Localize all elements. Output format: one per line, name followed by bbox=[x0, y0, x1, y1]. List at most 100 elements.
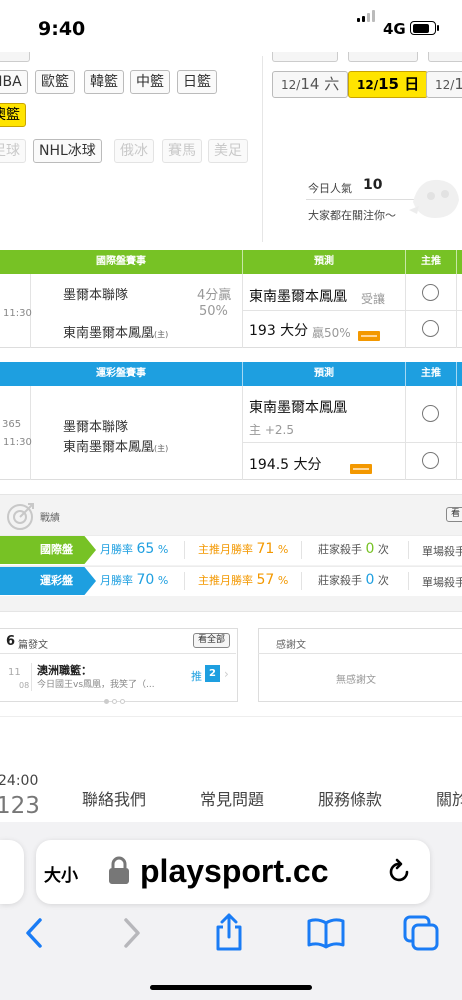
footer-link-faq[interactable]: 常見問題 bbox=[200, 786, 264, 810]
date-month: 12/ bbox=[357, 78, 379, 92]
date-tab-1215[interactable]: 12/15 日 bbox=[348, 71, 429, 98]
col-main: 主推 bbox=[405, 250, 456, 274]
league-tag-nba[interactable]: NBA bbox=[0, 70, 28, 94]
share-icon[interactable] bbox=[213, 912, 245, 952]
col-line bbox=[242, 386, 243, 480]
popularity-value: 10 bbox=[363, 177, 383, 193]
pick-team: 東南墨爾本鳳凰 bbox=[249, 289, 347, 305]
col-line bbox=[405, 386, 406, 480]
scrolled-tag-edge bbox=[0, 52, 30, 62]
footer-link-terms[interactable]: 服務條款 bbox=[318, 786, 382, 810]
handicap: 4分贏 bbox=[197, 288, 232, 303]
footer-link-contact[interactable]: 聯絡我們 bbox=[82, 786, 146, 810]
date-tab-1216[interactable]: 12/16 bbox=[426, 71, 462, 98]
date-day: 16 bbox=[454, 75, 462, 93]
divider bbox=[301, 572, 302, 590]
main-rate: 主推月勝率 71 % bbox=[198, 541, 288, 557]
col-more bbox=[456, 362, 462, 386]
main-rate-value: 71 bbox=[256, 541, 275, 557]
scrolled-date-edge bbox=[348, 52, 418, 62]
killer-label: 莊家殺手 bbox=[318, 574, 362, 587]
league-tag-nhl[interactable]: NHL冰球 bbox=[33, 139, 102, 163]
posts-label: 篇發文 bbox=[18, 640, 48, 651]
push-count: 2 bbox=[205, 665, 220, 682]
mascot-icon bbox=[409, 179, 459, 218]
back-icon[interactable] bbox=[23, 916, 45, 950]
league-tag-china-basketball[interactable]: 中籃 bbox=[130, 70, 170, 94]
away-team: 墨爾本聯隊 bbox=[63, 420, 129, 435]
main-pick-radio[interactable] bbox=[422, 452, 439, 469]
col-game: 國際盤賽事 bbox=[96, 256, 146, 267]
pick-total-pct: 贏50% bbox=[312, 326, 351, 340]
league-tag-japan-basketball[interactable]: 日籃 bbox=[177, 70, 217, 94]
post-month: 08 bbox=[19, 681, 30, 690]
home-team: 東南墨爾本鳳凰(主) bbox=[63, 436, 168, 455]
main-pick-radio[interactable] bbox=[422, 320, 439, 337]
network-type: 4G bbox=[383, 20, 406, 38]
home-indicator bbox=[150, 985, 312, 990]
posts-count: 6 bbox=[6, 634, 16, 649]
date-tab-1214[interactable]: 12/14 六 bbox=[272, 71, 349, 98]
date-weekday: 日 bbox=[404, 75, 420, 93]
scrolled-date-edge bbox=[272, 52, 338, 62]
previous-tab-peek[interactable] bbox=[0, 840, 24, 904]
thanks-empty: 無感謝文 bbox=[336, 675, 376, 686]
record-view-button[interactable]: 看 bbox=[446, 507, 462, 522]
target-icon bbox=[7, 503, 34, 530]
pick-total: 193 大分 bbox=[249, 323, 309, 339]
col-line bbox=[456, 386, 457, 480]
killer-value: 0 bbox=[365, 572, 375, 588]
chevron-right-icon[interactable]: › bbox=[224, 667, 229, 681]
divider bbox=[301, 541, 302, 559]
pick-spread: 主 +2.5 bbox=[249, 423, 294, 437]
league-tag-american-football: 美足 bbox=[208, 139, 248, 163]
text-size-button[interactable]: 大小 bbox=[44, 861, 78, 886]
divider bbox=[258, 653, 462, 654]
killer-count: 莊家殺手 0 次 bbox=[318, 572, 389, 588]
bookmarks-icon[interactable] bbox=[305, 917, 347, 949]
divider bbox=[31, 663, 32, 691]
pct-sign: % bbox=[277, 574, 289, 587]
footer-time: 24:00 bbox=[0, 773, 39, 789]
col-line bbox=[456, 274, 457, 348]
intl-table-header: 國際盤賽事 預測 主推 bbox=[0, 250, 462, 274]
post-preview[interactable]: 今日國王vs鳳凰，我笑了（... bbox=[37, 677, 155, 690]
divider bbox=[408, 572, 409, 590]
battery-cap bbox=[437, 25, 439, 31]
killer-value: 0 bbox=[365, 541, 375, 557]
col-game: 運彩盤賽事 bbox=[96, 368, 146, 379]
reload-icon[interactable] bbox=[388, 858, 412, 884]
pct-sign: % bbox=[277, 543, 289, 556]
month-rate: 月勝率 70 % bbox=[100, 572, 168, 588]
league-tag-horse-racing: 賽馬 bbox=[162, 139, 202, 163]
league-tag-australia-basketball[interactable]: 澳籃 bbox=[0, 103, 26, 127]
killer-label: 莊家殺手 bbox=[318, 543, 362, 556]
forward-icon bbox=[124, 918, 140, 948]
main-pick-badge-icon bbox=[350, 463, 373, 474]
url-text[interactable]: playsport.cc bbox=[140, 853, 329, 890]
status-time: 9:40 bbox=[38, 18, 86, 40]
divider bbox=[0, 653, 236, 654]
league-tag-euro-basketball[interactable]: 歐籃 bbox=[35, 70, 75, 94]
divider bbox=[408, 541, 409, 559]
post-title[interactable]: 澳洲職籃： bbox=[37, 662, 92, 678]
main-pick-radio[interactable] bbox=[422, 405, 439, 422]
killer-count: 莊家殺手 0 次 bbox=[318, 541, 389, 557]
footer-link-about[interactable]: 關於 bbox=[436, 786, 462, 810]
home-team-name: 東南墨爾本鳳凰 bbox=[63, 440, 155, 455]
popularity-subtitle: 大家都在關注你～ bbox=[308, 209, 396, 222]
col-main: 主推 bbox=[405, 362, 456, 386]
view-all-posts-button[interactable]: 看全部 bbox=[193, 633, 231, 648]
tabs-icon[interactable] bbox=[403, 915, 439, 951]
league-tag-korea-basketball[interactable]: 韓籃 bbox=[84, 70, 124, 94]
record-title: 戰績 bbox=[40, 513, 60, 524]
killer-unit: 次 bbox=[377, 543, 389, 556]
pct-sign: % bbox=[157, 543, 169, 556]
popularity-label: 今日人氣 bbox=[308, 182, 352, 195]
killer-unit: 次 bbox=[377, 574, 389, 587]
record-badge: 國際盤 bbox=[0, 536, 96, 564]
home-mark: (主) bbox=[154, 330, 169, 339]
main-pick-radio[interactable] bbox=[422, 284, 439, 301]
month-rate-label: 月勝率 bbox=[100, 574, 133, 587]
push-label: 推 bbox=[191, 670, 202, 683]
